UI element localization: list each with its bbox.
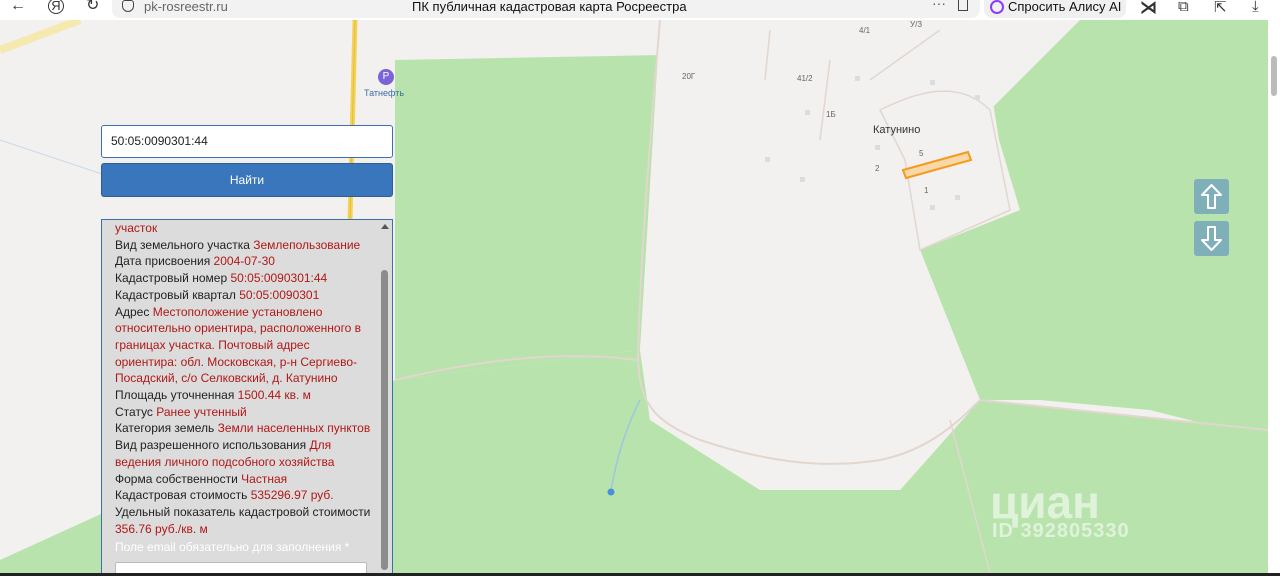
info-value: Землепользование — [253, 237, 361, 252]
watermark-id: ID 392805330 — [992, 520, 1130, 542]
arrow-down-button[interactable] — [1194, 221, 1229, 256]
share-icon[interactable]: ⇱ — [1214, 0, 1227, 16]
browser-toolbar: ← Я ↻ pk-rosreestr.ru ПК публичная кадас… — [0, 0, 1280, 20]
info-row: Вид земельного участка Землепользование — [115, 237, 373, 254]
house-number: 5 — [919, 149, 924, 158]
house-number: 1 — [924, 186, 929, 195]
email-required-note: Поле email обязательно для заполнения * — [115, 540, 350, 555]
email-field[interactable] — [115, 562, 367, 573]
search-button[interactable]: Найти — [101, 163, 393, 197]
yandex-icon[interactable]: Я — [48, 0, 64, 14]
alice-label: Спросить Алису AI — [1008, 0, 1122, 14]
info-value: Местоположение установлено относительно … — [115, 304, 362, 386]
reload-icon[interactable]: ↻ — [86, 0, 99, 16]
info-label: Дата присвоения — [115, 254, 211, 269]
download-icon[interactable]: ⤓ — [1252, 0, 1259, 15]
house-number: У/З — [910, 20, 923, 29]
info-cut-value: участок — [115, 221, 158, 235]
info-row: Категория земель Земли населенных пункто… — [115, 420, 373, 437]
info-value: Ранее учтенный — [156, 404, 247, 419]
house-number: 4/1 — [859, 26, 871, 35]
page-scrollbar[interactable] — [1268, 20, 1280, 573]
info-row: Форма собственности Частная — [115, 471, 373, 488]
address-bar[interactable]: pk-rosreestr.ru ПК публичная кадастровая… — [112, 0, 980, 18]
info-value: 50:05:0090301:44 — [230, 271, 328, 286]
panel-scrollbar[interactable] — [380, 220, 390, 573]
info-row: Кадастровая стоимость 535296.97 руб. — [115, 487, 373, 504]
info-label: Кадастровая стоимость — [115, 488, 248, 503]
house-number: 41/2 — [797, 74, 813, 83]
poi-label: Татнефть — [364, 88, 405, 98]
page-title: ПК публичная кадастровая карта Росреестр… — [412, 0, 687, 14]
info-row: Адрес Местоположение установлено относит… — [115, 304, 373, 388]
info-label: Форма собственности — [115, 471, 238, 486]
arrow-down-icon — [1201, 226, 1222, 251]
parcel-info-panel[interactable]: участок Вид земельного участка Землеполь… — [101, 219, 393, 573]
info-label: Вид разрешенного использования — [115, 438, 307, 453]
info-row: Кадастровый номер 50:05:0090301:44 — [115, 270, 373, 287]
info-value: Частная — [241, 471, 288, 486]
back-icon[interactable]: ← — [10, 0, 26, 16]
info-value: 1500.44 кв. м — [237, 388, 311, 403]
info-label: Кадастровый квартал — [115, 287, 236, 302]
info-row: Кадастровый квартал 50:05:0090301 — [115, 287, 373, 304]
cadastral-search-input[interactable]: 50:05:0090301:44 — [101, 125, 393, 158]
page-scrollbar-thumb[interactable] — [1271, 56, 1277, 96]
house-number: 1Б — [826, 110, 836, 119]
info-value: 50:05:0090301 — [239, 287, 320, 302]
info-row: Статус Ранее учтенный — [115, 404, 373, 421]
fuel-station-icon[interactable]: P — [378, 69, 394, 85]
alice-button[interactable]: Спросить Алису AI — [984, 0, 1126, 18]
k-icon[interactable]: ⋊ — [1140, 0, 1157, 18]
info-label: Вид земельного участка — [115, 237, 250, 252]
info-value: 2004-07-30 — [213, 254, 275, 269]
url-text: pk-rosreestr.ru — [144, 0, 228, 14]
house-number: 20Г — [682, 72, 696, 81]
lock-icon — [122, 0, 134, 12]
house-number: 2 — [875, 164, 880, 173]
scrollbar-thumb[interactable] — [381, 270, 388, 570]
more-icon[interactable]: ··· — [932, 0, 946, 11]
extensions-icon[interactable]: ⧉ — [1178, 0, 1189, 15]
info-row: Вид разрешенного использования Для веден… — [115, 437, 373, 470]
info-row: Площадь уточненная 1500.44 кв. м — [115, 387, 373, 404]
info-value: 535296.97 руб. — [250, 488, 334, 503]
info-label: Категория земель — [115, 421, 215, 436]
bookmark-icon[interactable] — [958, 0, 968, 11]
info-label: Кадастровый номер — [115, 271, 228, 286]
info-label: Площадь уточненная — [115, 388, 235, 403]
arrow-up-icon — [1201, 184, 1222, 209]
info-label: Адрес — [115, 304, 150, 319]
info-row: Удельный показатель кадастровой стоимост… — [115, 504, 373, 537]
alice-icon — [990, 0, 1004, 14]
info-value: Земли населенных пунктов — [217, 421, 371, 436]
settlement-label: Катунино — [873, 124, 921, 136]
scroll-up-icon[interactable] — [381, 224, 389, 229]
info-row: Дата присвоения 2004-07-30 — [115, 253, 373, 270]
info-label: Удельный показатель кадастровой стоимост… — [115, 504, 371, 519]
info-label: Статус — [115, 404, 153, 419]
arrow-up-button[interactable] — [1194, 179, 1229, 214]
parcel-info-list: участок Вид земельного участка Землеполь… — [115, 221, 373, 573]
info-value: 356.76 руб./кв. м — [115, 521, 208, 536]
